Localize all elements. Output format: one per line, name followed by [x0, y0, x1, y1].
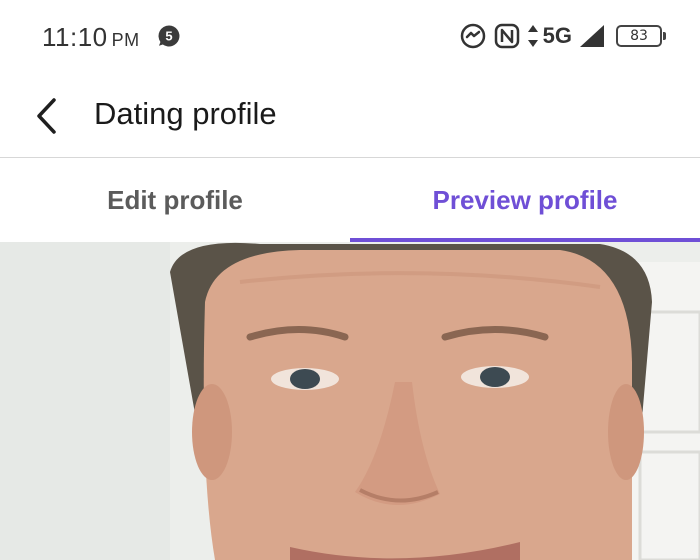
signal-icon	[580, 25, 604, 47]
status-time: 11:10 PM	[42, 22, 140, 53]
tab-preview-profile[interactable]: Preview profile	[350, 158, 700, 242]
status-time-value: 11:10	[42, 22, 108, 52]
status-ampm: PM	[111, 30, 140, 50]
back-arrow-icon	[37, 98, 56, 134]
chat-badge-icon: 5	[158, 25, 180, 47]
status-icons: 5G 83	[459, 20, 666, 52]
app-header: Dating profile	[0, 72, 700, 158]
profile-tabs: Edit profile Preview profile	[0, 158, 700, 242]
sync-icon	[460, 23, 485, 49]
tab-edit-profile-label: Edit profile	[107, 184, 243, 215]
back-button[interactable]	[28, 94, 64, 138]
profile-photo[interactable]	[0, 242, 700, 560]
battery-icon: 83	[616, 25, 666, 47]
battery-level: 83	[630, 28, 648, 44]
tab-edit-profile[interactable]: Edit profile	[0, 158, 350, 242]
network-type: 5G	[542, 23, 572, 48]
data-arrows-icon	[527, 25, 538, 47]
tab-preview-profile-label: Preview profile	[432, 184, 618, 215]
status-bar: 11:10 PM 5 5G 83	[0, 0, 700, 72]
nfc-icon	[494, 23, 519, 49]
page-title: Dating profile	[94, 96, 277, 131]
profile-photo-image	[0, 242, 700, 560]
notification-count: 5	[165, 29, 172, 44]
